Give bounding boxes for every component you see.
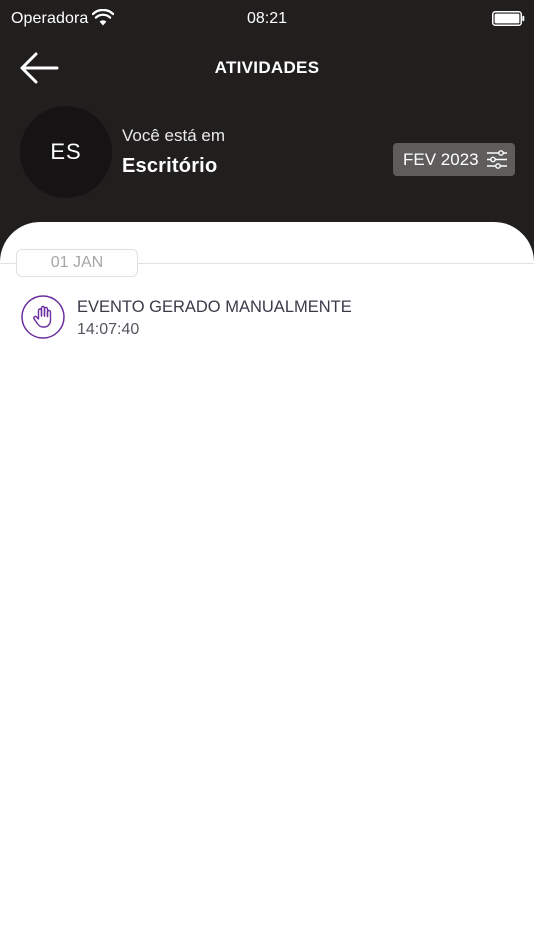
status-bar: Operadora 08:21 — [0, 0, 534, 38]
event-time: 14:07:40 — [77, 321, 140, 338]
event-title: EVENTO GERADO MANUALMENTE — [77, 298, 352, 316]
hand-icon — [21, 295, 65, 339]
activity-list: 01 JAN EVENTO GERADO MANUALMENTE 14:07:4… — [0, 222, 534, 950]
date-label: 01 JAN — [16, 249, 138, 277]
location-prefix: Você está em — [122, 126, 226, 145]
avatar: ES — [20, 106, 112, 198]
activities-screen: Operadora 08:21 ATIVIDADES ES Você está … — [0, 0, 534, 950]
location-name: Escritório — [122, 155, 218, 177]
page-title: ATIVIDADES — [214, 58, 320, 77]
period-filter-button[interactable]: FEV 2023 — [393, 143, 515, 176]
battery-icon — [492, 11, 525, 26]
period-filter-label: FEV 2023 — [403, 150, 479, 169]
list-item[interactable]: EVENTO GERADO MANUALMENTE 14:07:40 — [0, 292, 534, 348]
status-time: 08:21 — [246, 10, 288, 27]
sliders-icon — [487, 150, 507, 169]
